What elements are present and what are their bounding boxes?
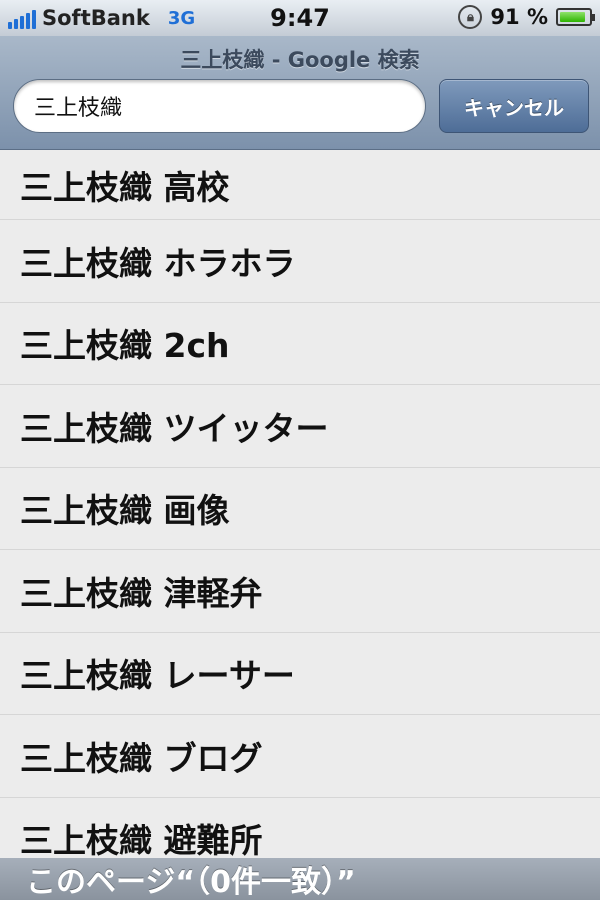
battery-percent: 91 % bbox=[490, 5, 548, 29]
suggestion-item[interactable]: 三上枝織 津軽弁 bbox=[0, 550, 600, 633]
suggestion-item[interactable]: 三上枝織 ブログ bbox=[0, 715, 600, 798]
search-input[interactable] bbox=[13, 79, 426, 133]
suggestion-item[interactable]: 三上枝織 ツイッター bbox=[0, 385, 600, 468]
find-on-page-label: このページ“（0件一致）” bbox=[26, 865, 356, 900]
battery-fill bbox=[560, 12, 586, 22]
page-title: 三上枝織 - Google 検索 bbox=[180, 48, 420, 72]
find-on-page-bar[interactable]: このページ“（0件一致）” bbox=[0, 858, 600, 900]
battery-icon bbox=[556, 8, 595, 26]
suggestion-item[interactable]: 三上枝織 画像 bbox=[0, 467, 600, 550]
status-bar: SoftBank 3G 9:47 🔒︎ 91 % bbox=[0, 0, 600, 36]
status-right: 🔒︎ 91 % bbox=[458, 5, 595, 29]
suggestion-item[interactable]: 三上枝織 高校 bbox=[0, 150, 600, 220]
search-header: 三上枝織 - Google 検索 キャンセル bbox=[0, 36, 600, 150]
suggestion-item[interactable]: 三上枝織 ホラホラ bbox=[0, 220, 600, 303]
suggestion-list: 三上枝織 高校 三上枝織 ホラホラ 三上枝織 2ch 三上枝織 ツイッター 三上… bbox=[0, 150, 600, 858]
suggestion-item[interactable]: 三上枝織 2ch bbox=[0, 302, 600, 385]
suggestion-item[interactable]: 三上枝織 レーサー bbox=[0, 632, 600, 715]
cancel-button[interactable]: キャンセル bbox=[439, 79, 589, 133]
suggestion-item[interactable]: 三上枝織 避難所 bbox=[0, 797, 600, 858]
rotation-lock-icon: 🔒︎ bbox=[458, 5, 483, 29]
